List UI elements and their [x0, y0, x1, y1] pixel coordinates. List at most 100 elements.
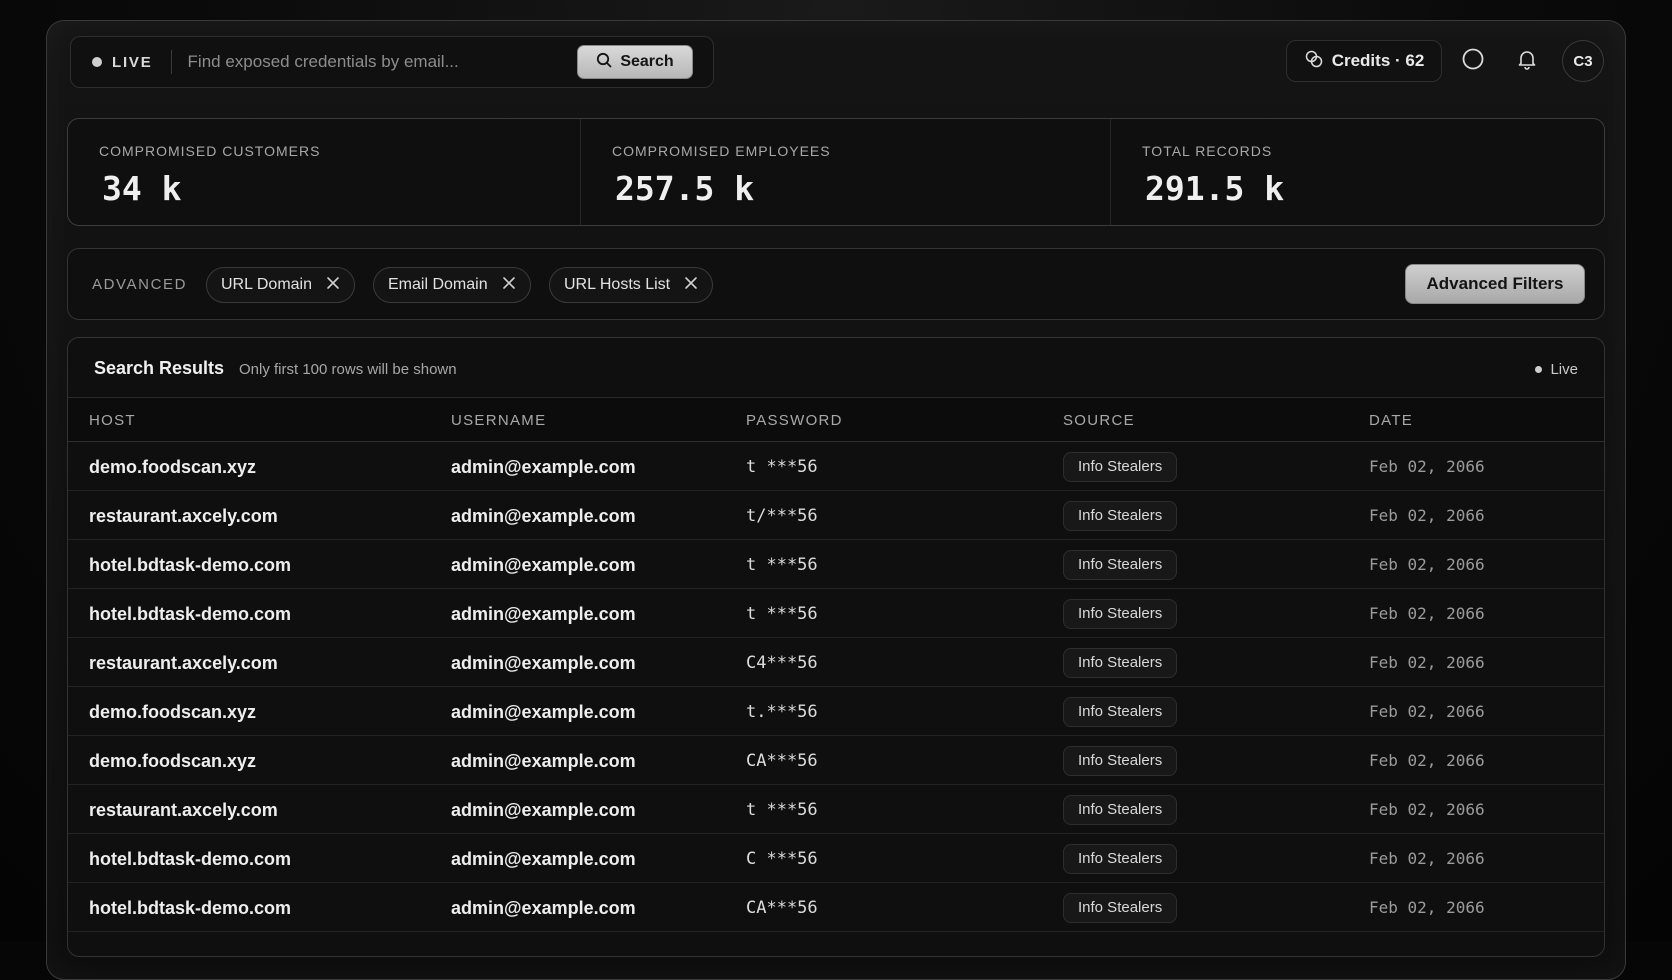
- source-cell: Info Stealers: [1063, 648, 1178, 678]
- table-row[interactable]: restaurant.axcely.com admin@example.com t …: [68, 785, 1604, 834]
- date-cell: Feb 02, 2066: [1369, 800, 1485, 819]
- source-cell: Info Stealers: [1063, 452, 1178, 482]
- table-body: demo.foodscan.xyz admin@example.com t ***5…: [68, 442, 1604, 932]
- results-subtitle: Only first 100 rows will be shown: [239, 361, 457, 378]
- host-cell[interactable]: restaurant.axcely.com: [89, 800, 278, 821]
- stat-value: 257.5 k: [615, 169, 755, 208]
- host-cell[interactable]: restaurant.axcely.com: [89, 653, 278, 674]
- password-cell: C4***56: [746, 653, 818, 673]
- search-icon: [596, 52, 612, 73]
- date-cell: Feb 02, 2066: [1369, 849, 1485, 868]
- table-header: HOST USERNAME PASSWORD SOURCE DATE: [68, 398, 1604, 442]
- source-badge: Info Stealers: [1063, 795, 1178, 825]
- username-cell: admin@example.com: [451, 898, 636, 918]
- source-cell: Info Stealers: [1063, 550, 1178, 580]
- results-title: Search Results: [94, 358, 225, 378]
- table-row[interactable]: demo.foodscan.xyz admin@example.com CA***5…: [68, 736, 1604, 785]
- date-cell: Feb 02, 2066: [1369, 702, 1485, 721]
- host-cell[interactable]: hotel.bdtask-demo.com: [89, 898, 291, 919]
- password-cell: t.***56: [746, 702, 818, 722]
- source-badge: Info Stealers: [1063, 599, 1178, 629]
- source-badge: Info Stealers: [1063, 648, 1178, 678]
- table-row[interactable]: demo.foodscan.xyz admin@example.com t.***5…: [68, 687, 1604, 736]
- username-cell: admin@example.com: [451, 849, 636, 869]
- results-header: Search Results Only first 100 rows will …: [68, 338, 1604, 398]
- host-cell[interactable]: hotel.bdtask-demo.com: [89, 849, 291, 870]
- username-cell: admin@example.com: [451, 555, 636, 575]
- table-row[interactable]: restaurant.axcely.com admin@example.com t/…: [68, 491, 1604, 540]
- stat-label: COMPROMISED EMPLOYEES: [612, 143, 831, 159]
- advanced-filters-button[interactable]: Advanced Filters: [1405, 264, 1585, 304]
- host-cell[interactable]: hotel.bdtask-demo.com: [89, 604, 291, 625]
- stat-value: 291.5 k: [1145, 169, 1285, 208]
- source-badge: Info Stealers: [1063, 697, 1178, 727]
- filter-chip-url-hosts-list[interactable]: URL Hosts List: [549, 267, 714, 303]
- close-icon[interactable]: [684, 276, 698, 295]
- password-cell: t ***56: [746, 800, 818, 820]
- column-header-date[interactable]: DATE: [1369, 412, 1413, 429]
- username-cell: admin@example.com: [451, 702, 636, 722]
- table-row[interactable]: hotel.bdtask-demo.com admin@example.com t …: [68, 589, 1604, 638]
- user-avatar[interactable]: C3: [1562, 40, 1604, 82]
- password-cell: C ***56: [746, 849, 818, 869]
- date-cell: Feb 02, 2066: [1369, 653, 1485, 672]
- column-header-username[interactable]: USERNAME: [451, 412, 546, 429]
- table-row[interactable]: restaurant.axcely.com admin@example.com C4…: [68, 638, 1604, 687]
- close-icon[interactable]: [502, 276, 516, 295]
- source-badge: Info Stealers: [1063, 893, 1178, 923]
- source-cell: Info Stealers: [1063, 746, 1178, 776]
- coins-icon: [1304, 49, 1324, 74]
- divider: [170, 50, 172, 74]
- chip-label: URL Hosts List: [564, 276, 671, 293]
- search-button[interactable]: Search: [577, 45, 693, 79]
- column-header-host[interactable]: HOST: [89, 412, 136, 429]
- password-cell: t ***56: [746, 555, 818, 575]
- email-search-input[interactable]: [187, 52, 577, 72]
- column-header-password[interactable]: PASSWORD: [746, 412, 843, 429]
- source-badge: Info Stealers: [1063, 452, 1178, 482]
- host-cell[interactable]: restaurant.axcely.com: [89, 506, 278, 527]
- password-cell: t/***56: [746, 506, 818, 526]
- bell-icon: [1516, 48, 1538, 75]
- search-results-panel: Search Results Only first 100 rows will …: [67, 337, 1605, 957]
- column-header-source[interactable]: SOURCE: [1063, 412, 1135, 429]
- search-bar: LIVE Search: [70, 36, 714, 88]
- password-cell: t ***56: [746, 604, 818, 624]
- source-cell: Info Stealers: [1063, 893, 1178, 923]
- host-cell[interactable]: demo.foodscan.xyz: [89, 457, 256, 478]
- source-cell: Info Stealers: [1063, 501, 1178, 531]
- notifications-button[interactable]: [1506, 40, 1548, 82]
- table-row[interactable]: demo.foodscan.xyz admin@example.com t ***5…: [68, 442, 1604, 491]
- table-row[interactable]: hotel.bdtask-demo.com admin@example.com C …: [68, 834, 1604, 883]
- password-cell: CA***56: [746, 898, 818, 918]
- live-status-label: Live: [1550, 361, 1578, 378]
- host-cell[interactable]: demo.foodscan.xyz: [89, 751, 256, 772]
- live-status: Live: [1535, 361, 1578, 378]
- live-indicator-dot: [92, 57, 102, 67]
- theme-toggle-button[interactable]: [1452, 40, 1494, 82]
- date-cell: Feb 02, 2066: [1369, 457, 1485, 476]
- credits-label: Credits · 62: [1331, 51, 1425, 70]
- close-icon[interactable]: [326, 276, 340, 295]
- search-button-label: Search: [620, 53, 674, 70]
- source-badge: Info Stealers: [1063, 844, 1178, 874]
- date-cell: Feb 02, 2066: [1369, 506, 1485, 525]
- table-row[interactable]: hotel.bdtask-demo.com admin@example.com CA…: [68, 883, 1604, 932]
- chip-label: URL Domain: [221, 276, 312, 293]
- live-dot: [1535, 366, 1543, 373]
- filter-chip-email-domain[interactable]: Email Domain: [373, 267, 531, 303]
- source-cell: Info Stealers: [1063, 795, 1178, 825]
- username-cell: admin@example.com: [451, 800, 636, 820]
- filter-bar: ADVANCED URL Domain Email Domain URL Hos…: [67, 248, 1605, 320]
- source-badge: Info Stealers: [1063, 501, 1178, 531]
- date-cell: Feb 02, 2066: [1369, 898, 1485, 917]
- stats-panel: COMPROMISED CUSTOMERS 34 k COMPROMISED E…: [67, 118, 1605, 226]
- host-cell[interactable]: hotel.bdtask-demo.com: [89, 555, 291, 576]
- host-cell[interactable]: demo.foodscan.xyz: [89, 702, 256, 723]
- stat-compromised-customers: COMPROMISED CUSTOMERS 34 k: [68, 119, 580, 225]
- username-cell: admin@example.com: [451, 751, 636, 771]
- date-cell: Feb 02, 2066: [1369, 555, 1485, 574]
- table-row[interactable]: hotel.bdtask-demo.com admin@example.com t …: [68, 540, 1604, 589]
- filter-chip-url-domain[interactable]: URL Domain: [206, 267, 355, 303]
- credits-badge[interactable]: Credits · 62: [1286, 40, 1442, 82]
